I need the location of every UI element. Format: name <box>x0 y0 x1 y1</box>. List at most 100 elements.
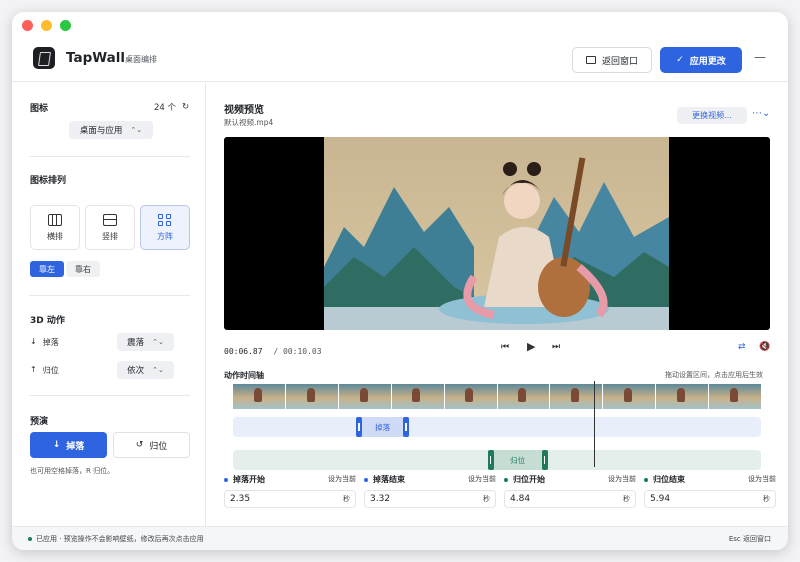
drop-track[interactable]: 掉落 <box>233 417 761 437</box>
divider <box>29 295 190 296</box>
video-thumbnail <box>444 384 497 409</box>
clip-start-handle[interactable] <box>487 450 494 470</box>
loop-icon[interactable]: ⇄ <box>738 342 746 352</box>
video-thumbnail <box>233 384 285 409</box>
icons-count: 24 个 ↻ <box>154 101 189 113</box>
restore-motion-value: 依次 <box>127 366 145 376</box>
app-subtitle: 桌面编排 <box>125 55 157 64</box>
keyboard-hint: 也可用空格掉落，R 归位。 <box>30 467 115 475</box>
apply-changes-button[interactable]: ✓ 应用更改 <box>660 47 742 73</box>
window-icon <box>585 56 596 64</box>
drop-end-input[interactable]: 3.32 秒 <box>364 490 496 508</box>
video-frame-image <box>324 137 669 330</box>
unit-label: 秒 <box>623 495 630 503</box>
drop-motion-select[interactable]: 震落 ⌃⌄ <box>117 333 174 351</box>
align-left-toggle[interactable]: 靠左 <box>30 261 64 277</box>
minimize-window-button[interactable] <box>41 20 52 31</box>
chevron-updown-icon: ⌃⌄ <box>152 366 164 374</box>
field-label: 归位开始 <box>504 474 545 485</box>
scope-select[interactable]: 桌面与应用 ⌃⌄ <box>69 121 153 139</box>
divider <box>29 395 190 396</box>
playback-time: 00:06.87 / 00:10.03 <box>224 347 322 356</box>
status-dot <box>504 477 508 482</box>
close-window-button[interactable] <box>22 20 33 31</box>
scope-select-value: 桌面与应用 <box>79 126 123 136</box>
set-current-button[interactable]: 设为当前 <box>468 474 496 485</box>
set-current-button[interactable]: 设为当前 <box>328 474 356 485</box>
align-right-toggle[interactable]: 靠右 <box>66 261 100 277</box>
video-thumbnail <box>391 384 444 409</box>
restore-motion-select[interactable]: 依次 ⌃⌄ <box>117 361 174 379</box>
app-header: TapWall 桌面编排 返回窗口 ✓ 应用更改 — <box>12 38 788 82</box>
layout-option-horizontal[interactable]: 横排 <box>30 205 80 250</box>
grid-icon <box>158 213 172 226</box>
layout-option-vertical[interactable]: 竖排 <box>85 205 135 250</box>
video-thumbnail <box>709 384 762 409</box>
restore-preview-label: 归位 <box>149 441 168 452</box>
restore-start-input[interactable]: 4.84 秒 <box>504 490 636 508</box>
field-label-text: 掉落开始 <box>233 475 265 484</box>
restore-track[interactable]: 归位 <box>233 450 761 470</box>
undo-icon: ↺ <box>135 440 144 450</box>
play-icon[interactable]: ▶ <box>527 340 535 353</box>
field-label-text: 归位结束 <box>653 475 685 484</box>
drop-start-field: 掉落开始 设为当前 2.35 秒 <box>224 474 356 508</box>
zoom-window-button[interactable] <box>60 20 71 31</box>
thumbnail-strip[interactable] <box>233 384 762 409</box>
mute-icon[interactable]: 🔇 <box>759 342 770 352</box>
skip-start-icon[interactable]: ⏮ <box>501 342 509 352</box>
status-message: 已应用 · 预览操作不会影响壁纸，修改后再次点击应用 <box>28 534 204 544</box>
back-to-window-button[interactable]: 返回窗口 <box>572 47 652 73</box>
arrow-down-icon: ↓ <box>52 440 61 450</box>
current-time: 00:06.87 <box>224 347 263 356</box>
layout-option-label: 方阵 <box>157 231 173 241</box>
drop-clip[interactable]: 掉落 <box>356 417 410 437</box>
set-current-button[interactable]: 设为当前 <box>608 474 636 485</box>
app-window: TapWall 桌面编排 返回窗口 ✓ 应用更改 — 图标 24 个 ↻ 桌面与… <box>12 12 788 550</box>
clip-end-handle[interactable] <box>541 450 548 470</box>
drop-start-input[interactable]: 2.35 秒 <box>224 490 356 508</box>
preview-section-title: 预演 <box>30 417 49 427</box>
field-label: 归位结束 <box>644 474 685 485</box>
field-label-text: 归位开始 <box>513 475 545 484</box>
drop-preview-button[interactable]: ↓ 掉落 <box>30 432 107 458</box>
app-logo-icon <box>33 47 55 69</box>
video-preview[interactable] <box>224 137 770 330</box>
check-icon: ✓ <box>676 55 684 65</box>
change-video-button[interactable]: 更换视频... <box>677 107 747 124</box>
video-thumbnail <box>338 384 391 409</box>
restore-preview-button[interactable]: ↺ 归位 <box>113 432 190 458</box>
chevron-updown-icon: ⌃⌄ <box>130 126 143 134</box>
status-text: 已应用 · 预览操作不会影响壁纸，修改后再次点击应用 <box>36 535 204 543</box>
status-dot <box>644 477 648 482</box>
restore-end-input[interactable]: 5.94 秒 <box>644 490 776 508</box>
refresh-icon[interactable]: ↻ <box>182 102 189 112</box>
timeline-playhead[interactable] <box>594 381 596 467</box>
unit-label: 秒 <box>343 495 350 503</box>
minimize-menu-button[interactable]: — <box>754 50 766 64</box>
arrow-up-icon: ↑ <box>30 365 37 374</box>
clip-start-handle[interactable] <box>356 417 363 437</box>
divider <box>29 156 190 157</box>
status-dot <box>364 477 368 482</box>
drop-motion-row: ↓ 掉落 <box>30 337 59 348</box>
drop-preview-label: 掉落 <box>66 441 85 452</box>
motion-section-title: 3D 动作 <box>30 316 65 326</box>
more-options-icon[interactable]: ⋯⌄ <box>752 108 770 119</box>
video-thumbnail <box>603 384 656 409</box>
skip-end-icon[interactable]: ⏭ <box>552 342 560 352</box>
preview-panel: 视频预览 默认视频.mp4 更换视频... ⋯⌄ 00:06.87 / 00:1… <box>207 83 788 526</box>
arrow-down-icon: ↓ <box>30 337 37 346</box>
status-dot <box>224 477 228 482</box>
clip-end-handle[interactable] <box>403 417 410 437</box>
input-value: 3.32 <box>370 494 391 504</box>
layout-option-label: 竖排 <box>102 231 118 241</box>
set-current-button[interactable]: 设为当前 <box>748 474 776 485</box>
restore-start-field: 归位开始 设为当前 4.84 秒 <box>504 474 636 508</box>
settings-sidebar: 图标 24 个 ↻ 桌面与应用 ⌃⌄ 图标排列 横排 竖排 方阵 靠左 靠右 3… <box>12 83 206 526</box>
layout-option-label: 横排 <box>47 231 63 241</box>
rows-icon <box>103 213 117 226</box>
restore-clip[interactable]: 归位 <box>487 450 548 470</box>
layout-option-grid[interactable]: 方阵 <box>140 205 190 250</box>
video-file-name: 默认视频.mp4 <box>224 118 274 127</box>
